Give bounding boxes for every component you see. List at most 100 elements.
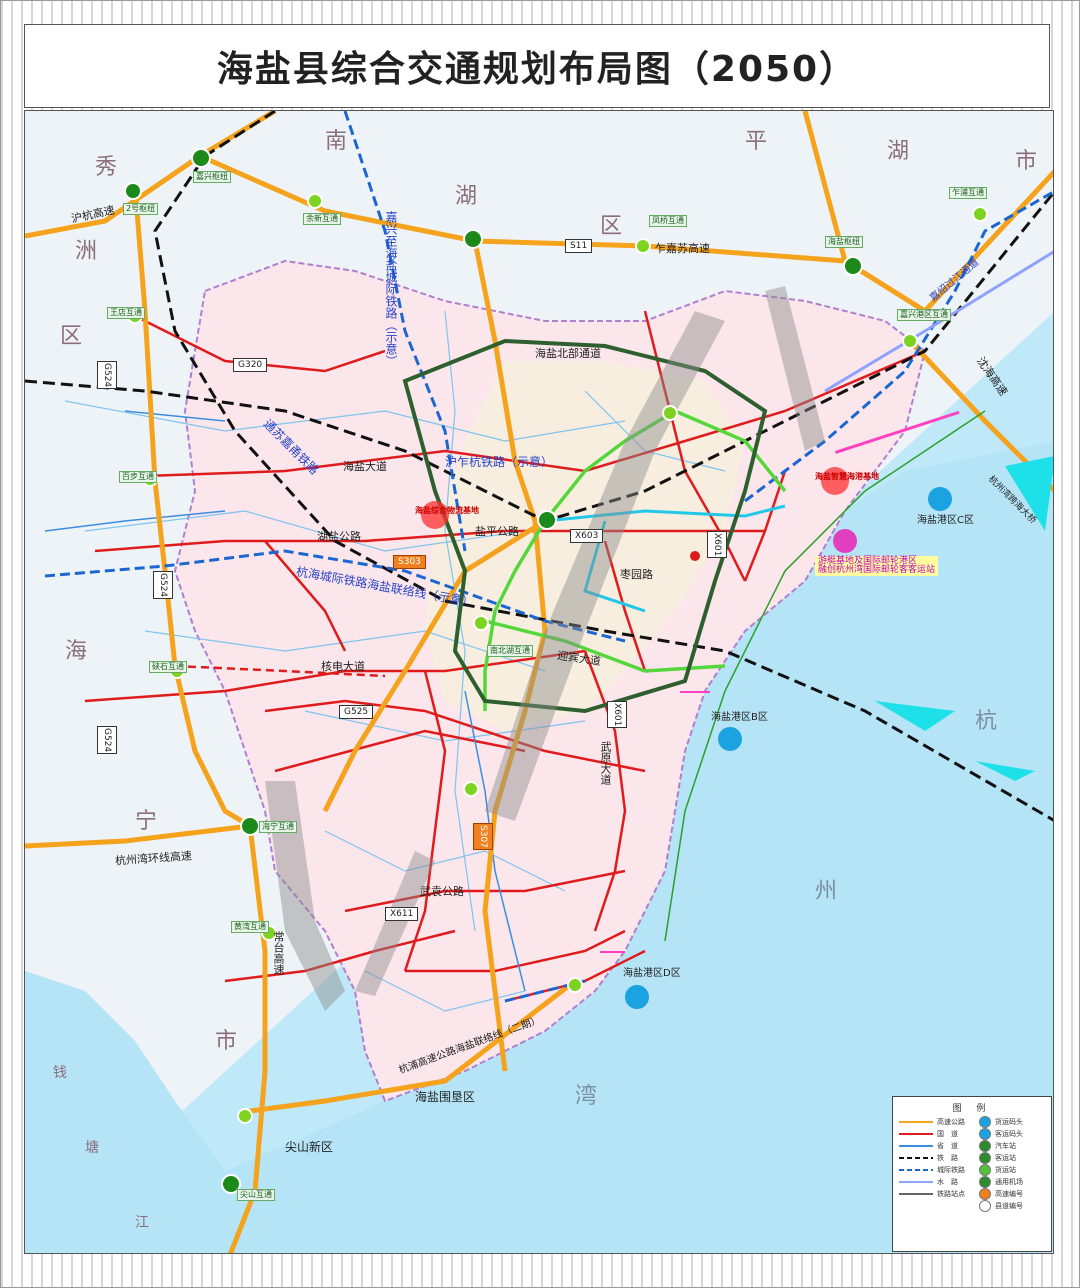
port-b-label: 海盐港区B区 xyxy=(711,712,768,723)
legend-line-label: 铁路站点 xyxy=(937,1190,965,1198)
legend-line-swatch xyxy=(899,1118,933,1126)
legend-line xyxy=(899,1193,933,1195)
road-label-huyan: 湖盐公路 xyxy=(317,530,361,543)
legend-line-swatch xyxy=(899,1154,933,1162)
legend-icon xyxy=(979,1152,991,1164)
legend-icon-label: 货运站 xyxy=(995,1166,1016,1174)
cruise-note: 游艇基地及国际邮轮港区 融创杭州湾国际邮轮客客运站 xyxy=(815,556,939,576)
region-label-qu2: 区 xyxy=(600,214,623,239)
legend: 图 例 高速公路 货运码头国 道 客运码头省 道 汽车站铁 路 客运站 城际铁路 货运站水 … xyxy=(892,1096,1052,1252)
port-d-label: 海盐港区D区 xyxy=(623,968,681,979)
legend-line xyxy=(899,1169,933,1171)
legend-icon-label: 汽车站 xyxy=(995,1142,1016,1150)
region-label-zhou2: 州 xyxy=(815,879,838,904)
interchange-xiashi: 硖石互通 xyxy=(149,661,187,673)
region-label-xiu: 秀 xyxy=(95,155,118,180)
legend-icon xyxy=(979,1128,991,1140)
road-label-wuyuan-road: 武袁公路 xyxy=(420,885,464,898)
interchange-huangwan: 黄湾互通 xyxy=(231,921,269,933)
base-smart-port-label: 海盐智慧海港基地 xyxy=(815,472,879,481)
legend-icon-label: 县道编号 xyxy=(995,1202,1023,1210)
region-label-jiang: 江 xyxy=(135,1215,149,1231)
interchange-wangdian: 王店互通 xyxy=(107,307,145,319)
legend-icon-label: 客运站 xyxy=(995,1154,1016,1162)
badge-x611: X611 xyxy=(385,907,419,921)
region-label-qian: 钱 xyxy=(53,1065,67,1081)
legend-line xyxy=(899,1181,933,1183)
legend-icon-label: 通用机场 xyxy=(995,1178,1023,1186)
county-center-star xyxy=(690,551,700,561)
badge-x603: X603 xyxy=(570,529,604,543)
road-label-yanping: 盐平公路 xyxy=(475,525,519,538)
legend-icon xyxy=(979,1188,991,1200)
legend-line-label: 水 路 xyxy=(937,1178,958,1186)
badge-x601-1: X601 xyxy=(707,531,727,559)
interchange-haiyan-hub: 海盐枢纽 xyxy=(825,236,863,248)
road-label-jianshan: 尖山新区 xyxy=(285,1140,334,1154)
legend-row: 县道编号 xyxy=(899,1200,1045,1212)
port-d-anchor xyxy=(625,985,649,1009)
legend-line-label: 铁 路 xyxy=(937,1154,958,1162)
legend-rows: 高速公路 货运码头国 道 客运码头省 道 汽车站铁 路 客运站城际铁路 货运站水 路 通用机… xyxy=(899,1116,1045,1212)
legend-row: 高速公路 货运码头 xyxy=(899,1116,1045,1128)
port-c-anchor xyxy=(928,487,952,511)
legend-icon xyxy=(979,1140,991,1152)
interchange-haining: 海宁互通 xyxy=(259,821,297,833)
road-label-wuyuan: 武原大道 xyxy=(599,741,612,785)
interchange-fengqiao: 凤桥互通 xyxy=(649,215,687,227)
road-label-zaoyuan: 枣园路 xyxy=(620,568,653,581)
legend-line xyxy=(899,1133,933,1135)
interchange-nanbeihu: 南北湖互通 xyxy=(487,645,533,657)
legend-line-swatch xyxy=(899,1202,933,1210)
legend-row: 国 道 客运码头 xyxy=(899,1128,1045,1140)
region-label-zhou: 洲 xyxy=(75,239,98,264)
map-area[interactable]: 秀 洲 区 南 湖 区 平 湖 市 海 宁 市 杭 州 湾 钱 塘 江 沪杭高速… xyxy=(24,110,1054,1254)
badge-g320: G320 xyxy=(233,358,268,372)
region-label-shi2: 市 xyxy=(215,1029,238,1054)
interchange-yuxin: 余新互通 xyxy=(303,213,341,225)
region-label-nan: 南 xyxy=(325,129,348,154)
cruise-note-line2: 融创杭州湾国际邮轮客客运站 xyxy=(818,565,936,575)
badge-g524-2: G524 xyxy=(153,571,173,600)
legend-row: 铁 路 客运站 xyxy=(899,1152,1045,1164)
legend-line-swatch xyxy=(899,1142,933,1150)
legend-row: 铁路站点 高速编号 xyxy=(899,1188,1045,1200)
legend-line-label: 高速公路 xyxy=(937,1118,965,1126)
interchange-jianshan: 尖山互通 xyxy=(237,1189,275,1201)
legend-icon-label: 客运码头 xyxy=(995,1130,1023,1138)
legend-line-swatch xyxy=(899,1178,933,1186)
road-label-hedian: 核电大道 xyxy=(321,660,365,673)
badge-g524-1: G524 xyxy=(97,361,117,390)
badge-g524-3: G524 xyxy=(97,726,117,755)
legend-icon-label: 高速编号 xyxy=(995,1190,1023,1198)
base-logistics-label: 海盐综合物流基地 xyxy=(415,506,479,515)
port-c-label: 海盐港区C区 xyxy=(917,515,974,526)
region-label-wan: 湾 xyxy=(575,1084,598,1109)
region-label-hu2: 湖 xyxy=(887,139,910,164)
map-canvas xyxy=(25,111,1053,1253)
legend-line xyxy=(899,1157,933,1159)
cruise-anchor xyxy=(833,529,857,553)
interchange-zhapu: 乍浦互通 xyxy=(949,187,987,199)
road-label-weiken: 海盐围垦区 xyxy=(415,1090,476,1104)
badge-x601-2: X601 xyxy=(607,701,627,729)
interchange-jiaxing-hub: 嘉兴枢纽 xyxy=(193,171,231,183)
region-label-tang: 塘 xyxy=(85,1140,99,1156)
region-label-ning: 宁 xyxy=(135,809,158,834)
legend-line-label: 城际铁路 xyxy=(937,1166,965,1174)
map-title: 海盐县综合交通规划布局图（2050） xyxy=(216,49,858,90)
region-label-shi1: 市 xyxy=(1015,149,1038,174)
legend-line-label: 省 道 xyxy=(937,1142,958,1150)
region-label-hang: 杭 xyxy=(975,709,998,734)
title-box: 海盐县综合交通规划布局图（2050） xyxy=(24,24,1050,108)
port-b-anchor xyxy=(718,727,742,751)
legend-line xyxy=(899,1145,933,1147)
legend-line-label: 国 道 xyxy=(937,1130,958,1138)
legend-icon xyxy=(979,1176,991,1188)
region-label-ping: 平 xyxy=(745,129,768,154)
legend-line xyxy=(899,1121,933,1123)
badge-s303: S303 xyxy=(393,555,426,569)
legend-icon xyxy=(979,1164,991,1176)
badge-g525: G525 xyxy=(339,705,374,719)
rail-label-jiaxing-haiyan: 嘉兴至海盐城际铁路（示意） xyxy=(384,211,398,367)
